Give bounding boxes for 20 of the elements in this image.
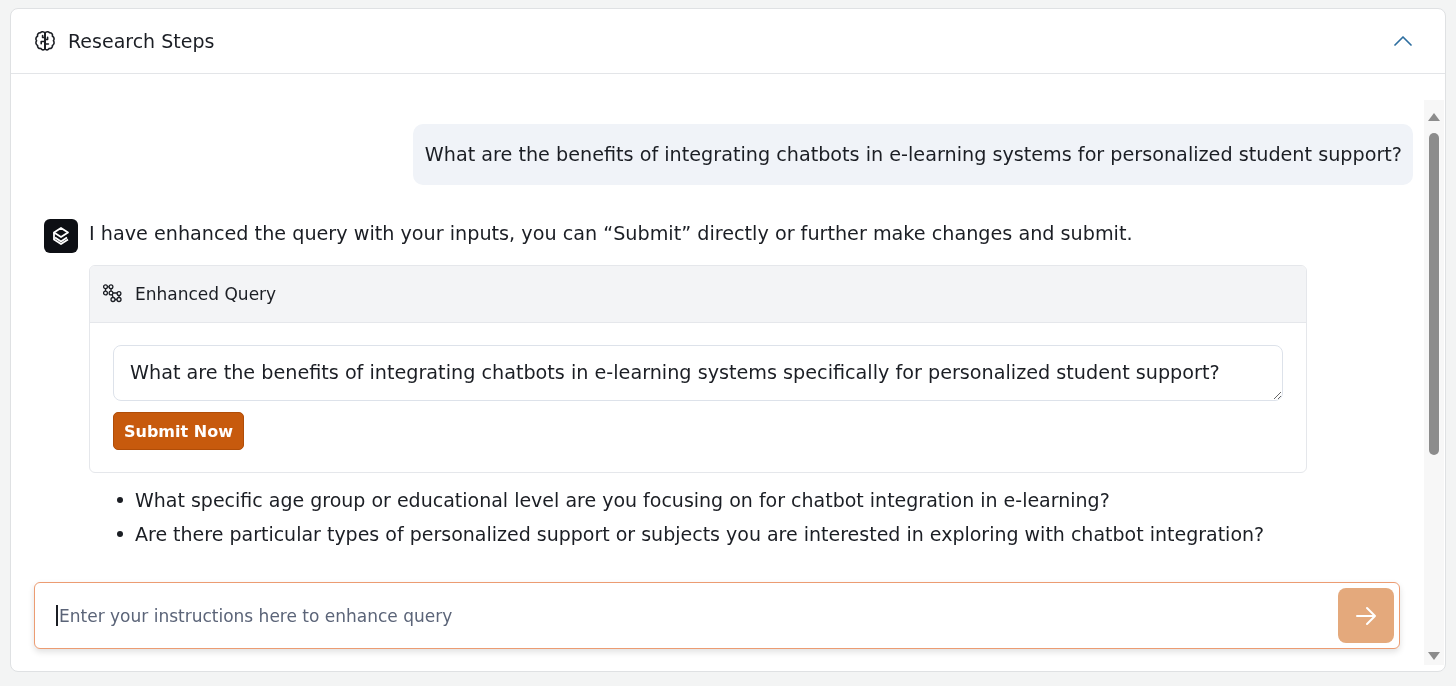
- bullet-icon: [117, 497, 123, 503]
- follow-up-question: What specific age group or educational level are you focusing on for chatbot integration in e-learning?: [135, 488, 1110, 513]
- assistant-avatar-icon: [44, 219, 78, 253]
- submit-now-button[interactable]: Submit Now: [113, 412, 244, 450]
- user-message: What are the benefits of integrating chatbots in e-learning systems for personalized student support?: [412, 124, 1413, 185]
- node-graph-icon: [102, 284, 122, 304]
- bullet-icon: [117, 531, 123, 537]
- scroll-down-icon[interactable]: [1428, 652, 1440, 660]
- instruction-input[interactable]: Enter your instructions here to enhance query: [58, 600, 1338, 631]
- scroll-up-icon[interactable]: [1428, 113, 1440, 121]
- card-title: Enhanced Query: [135, 284, 277, 304]
- chevron-up-icon[interactable]: [1394, 36, 1412, 46]
- follow-up-question: Are there particular types of personalized support or subjects you are interested in exploring with chatbot integration?: [135, 522, 1265, 547]
- brain-icon: [33, 29, 57, 53]
- assistant-message: I have enhanced the query with your inputs, you can “Submit” directly or further make changes and submit.: [89, 221, 1133, 247]
- query-textarea[interactable]: What are the benefits of integrating chatbots in e-learning systems specifically for personalized student support?: [113, 345, 1283, 401]
- arrow-right-icon: [1355, 605, 1377, 626]
- panel-title: Research Steps: [68, 30, 215, 52]
- composer-bar[interactable]: Enter your instructions here to enhance query: [34, 582, 1400, 649]
- scrollbar-thumb[interactable]: [1429, 133, 1439, 455]
